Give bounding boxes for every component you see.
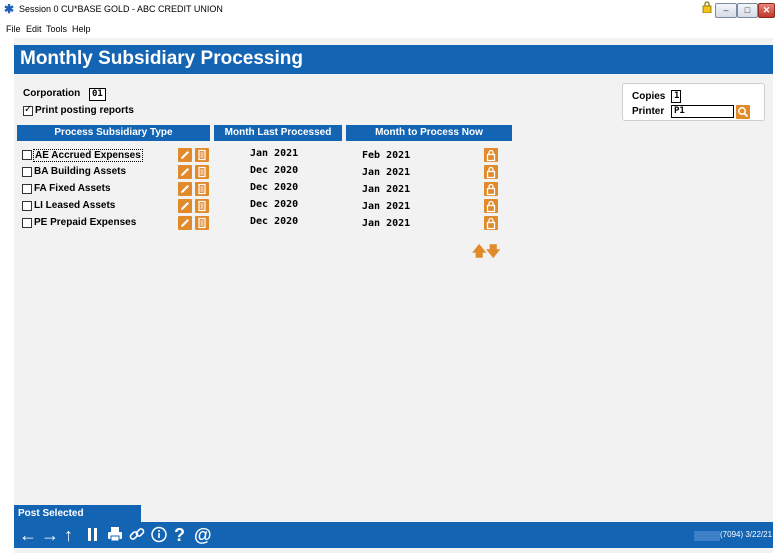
post-selected-button[interactable]: Post Selected (14, 505, 141, 522)
edit-button[interactable] (178, 216, 192, 230)
pencil-icon (181, 185, 189, 193)
menu-edit[interactable]: Edit (26, 24, 42, 34)
lock-button[interactable] (484, 199, 498, 213)
report-button[interactable] (195, 165, 209, 179)
page-title: Monthly Subsidiary Processing (20, 48, 303, 69)
col-header-last-processed: Month Last Processed (214, 125, 342, 141)
menu-bar: File Edit Tools Help (0, 20, 778, 38)
scroll-down-arrow-icon[interactable]: 🡇 (486, 241, 500, 265)
lock-button[interactable] (484, 148, 498, 162)
row-last-processed: Jan 2021 (250, 148, 299, 159)
row-process-now: Jan 2021 (362, 218, 411, 229)
link-icon[interactable] (128, 525, 146, 547)
edit-button[interactable] (178, 182, 192, 196)
copies-field[interactable]: 1 (671, 90, 681, 103)
at-icon[interactable]: @ (194, 525, 212, 545)
row-process-now: Jan 2021 (362, 167, 411, 178)
row-last-processed: Dec 2020 (250, 199, 299, 210)
row-checkbox[interactable] (22, 167, 32, 177)
info-icon[interactable] (150, 525, 168, 547)
maximize-button[interactable]: □ (737, 3, 758, 18)
up-arrow-icon[interactable]: ↑ (64, 525, 73, 545)
printer-search-button[interactable] (736, 105, 750, 119)
row-last-processed: Dec 2020 (250, 216, 299, 227)
pencil-icon (181, 151, 189, 159)
row-type-label: LI Leased Assets (34, 200, 116, 211)
forward-arrow-icon[interactable]: → (41, 525, 59, 545)
menu-file[interactable]: File (6, 24, 21, 34)
copies-label: Copies (632, 91, 666, 102)
row-checkbox[interactable] (22, 150, 32, 160)
menu-tools[interactable]: Tools (46, 24, 67, 34)
edit-button[interactable] (178, 148, 192, 162)
printer-label: Printer (632, 106, 665, 117)
lock-icon (702, 1, 712, 13)
close-button[interactable]: ✕ (758, 3, 775, 18)
search-icon (738, 107, 749, 118)
window-title: Session 0 CU*BASE GOLD - ABC CREDIT UNIO… (19, 4, 223, 14)
pencil-icon (181, 168, 189, 176)
row-process-now: Jan 2021 (362, 201, 411, 212)
print-posting-label: Print posting reports (35, 105, 134, 116)
row-checkbox[interactable] (22, 201, 32, 211)
document-icon (198, 149, 206, 161)
pause-icon[interactable] (86, 525, 100, 547)
row-checkbox[interactable] (22, 184, 32, 194)
report-button[interactable] (195, 216, 209, 230)
col-header-type: Process Subsidiary Type (17, 125, 210, 141)
row-type-label: AE Accrued Expenses (33, 149, 143, 162)
status-text: (7094) 3/22/21 (720, 530, 773, 539)
printer-field[interactable]: P1 (671, 105, 734, 118)
col-header-process-now: Month to Process Now (346, 125, 512, 141)
lock-icon (486, 166, 496, 179)
row-checkbox[interactable] (22, 218, 32, 228)
lock-icon (486, 217, 496, 230)
back-arrow-icon[interactable]: ← (19, 525, 37, 545)
row-last-processed: Dec 2020 (250, 165, 299, 176)
document-icon (198, 217, 206, 229)
scroll-up-arrow-icon[interactable]: 🡅 (472, 241, 486, 265)
edit-button[interactable] (178, 199, 192, 213)
document-icon (198, 183, 206, 195)
report-button[interactable] (195, 199, 209, 213)
report-button[interactable] (195, 148, 209, 162)
lock-button[interactable] (484, 216, 498, 230)
lock-icon (486, 200, 496, 213)
menu-help[interactable]: Help (72, 24, 91, 34)
report-button[interactable] (195, 182, 209, 196)
lock-icon (486, 183, 496, 196)
row-type-label: FA Fixed Assets (34, 183, 111, 194)
print-icon[interactable] (106, 525, 124, 547)
app-logo-icon: ✱ (4, 2, 15, 16)
main-screen: Monthly Subsidiary Processing Corporatio… (14, 38, 773, 553)
print-posting-checkbox[interactable] (23, 104, 33, 116)
printer-panel: Copies 1 Printer P1 (622, 83, 765, 121)
bottom-toolbar: ← → ↑ ? @ (7094) 3/22/21 (14, 522, 773, 548)
minimize-button[interactable]: – (715, 3, 737, 18)
lock-button[interactable] (484, 182, 498, 196)
help-icon[interactable]: ? (174, 525, 185, 545)
pencil-icon (181, 202, 189, 210)
row-type-label: BA Building Assets (34, 166, 127, 177)
window-titlebar: ✱ Session 0 CU*BASE GOLD - ABC CREDIT UN… (0, 0, 778, 20)
row-process-now: Jan 2021 (362, 184, 411, 195)
pencil-icon (181, 219, 189, 227)
row-process-now: Feb 2021 (362, 150, 411, 161)
edit-button[interactable] (178, 165, 192, 179)
status-field (694, 531, 720, 541)
page-header: Monthly Subsidiary Processing (14, 45, 773, 74)
corporation-label: Corporation (23, 88, 81, 99)
lock-button[interactable] (484, 165, 498, 179)
document-icon (198, 200, 206, 212)
row-type-label: PE Prepaid Expenses (34, 217, 137, 228)
lock-icon (486, 149, 496, 162)
corporation-field[interactable]: 01 (89, 88, 106, 101)
row-last-processed: Dec 2020 (250, 182, 299, 193)
document-icon (198, 166, 206, 178)
